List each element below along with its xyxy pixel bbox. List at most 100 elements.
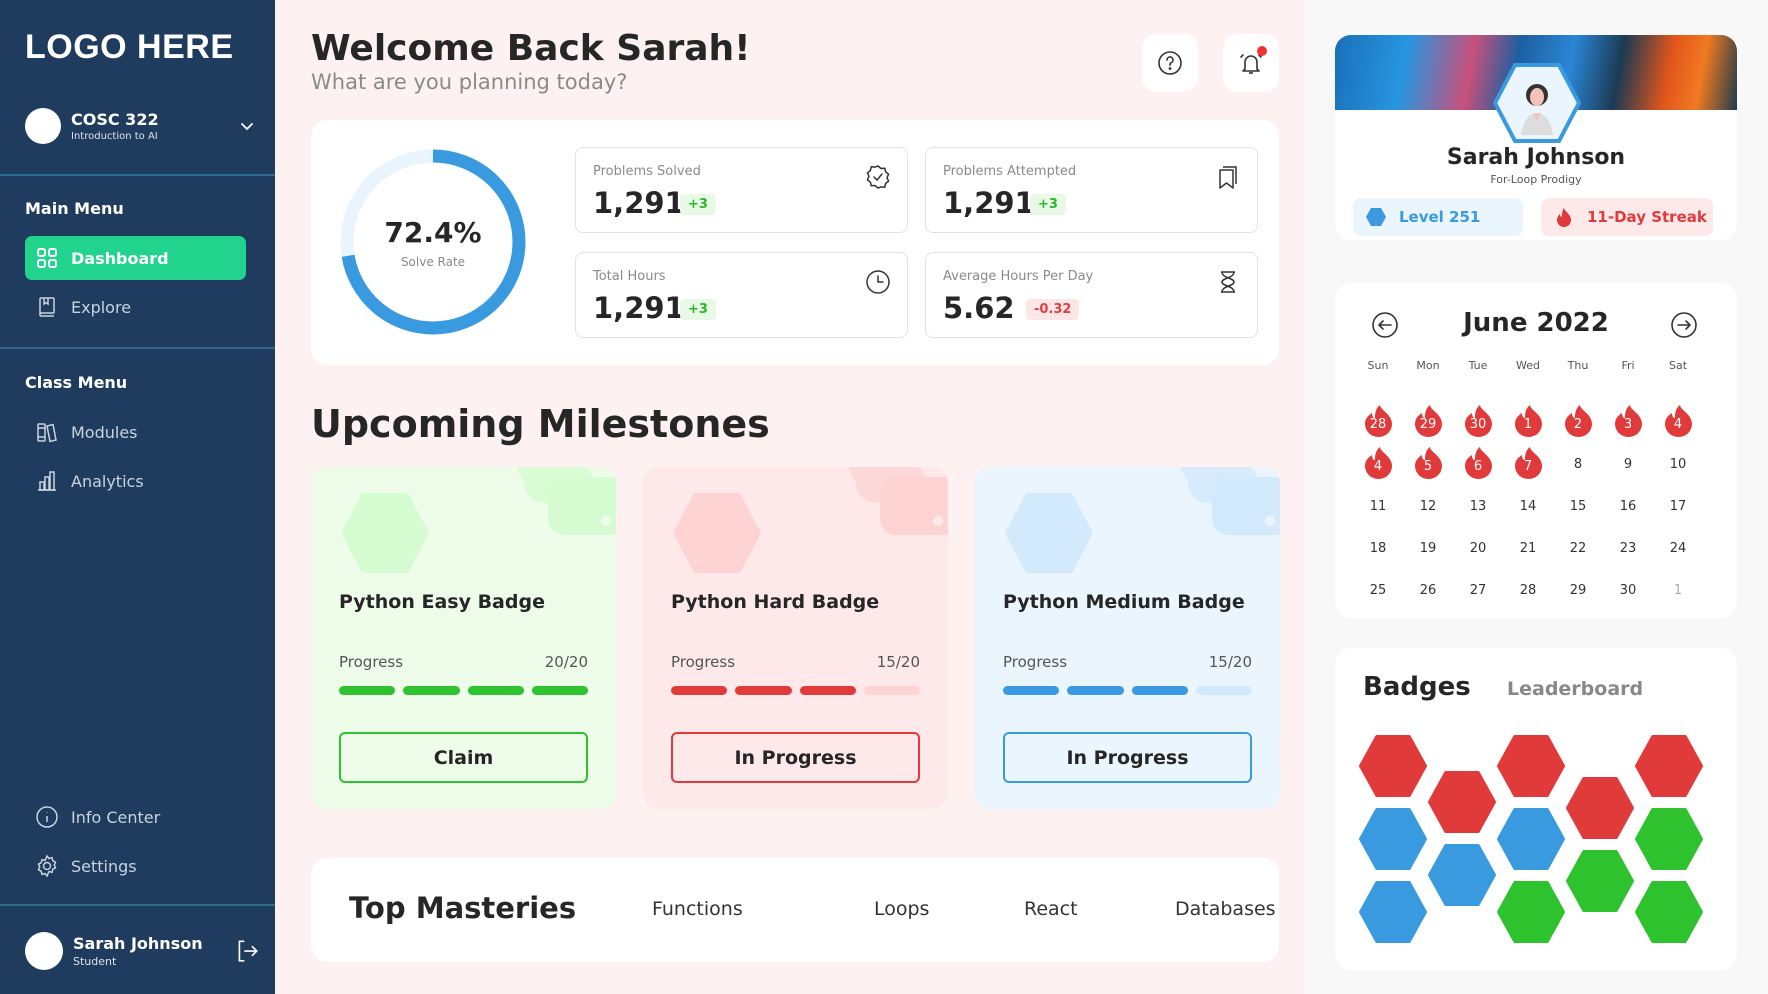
calendar-day[interactable]: 24 bbox=[1653, 527, 1703, 569]
day-number: 29 bbox=[1569, 582, 1587, 598]
main-menu-title: Main Menu bbox=[25, 199, 124, 218]
help-button[interactable] bbox=[1142, 34, 1198, 92]
badge-hexagon-red[interactable] bbox=[1635, 735, 1703, 797]
progress-segment bbox=[403, 686, 460, 695]
right-panel: Sarah Johnson For-Loop Prodigy Level 251… bbox=[1305, 0, 1768, 994]
calendar-day[interactable]: 12 bbox=[1403, 485, 1453, 527]
badge-hexagon-blue[interactable] bbox=[1428, 844, 1496, 906]
level-text: Level 251 bbox=[1399, 208, 1481, 226]
chevron-down-icon[interactable] bbox=[239, 118, 255, 134]
user-name: Sarah Johnson bbox=[73, 934, 203, 953]
arrow-right-icon[interactable] bbox=[1670, 311, 1698, 339]
calendar-day[interactable]: 19 bbox=[1403, 527, 1453, 569]
hourglass-icon bbox=[1221, 271, 1235, 293]
progress-segment bbox=[467, 686, 524, 695]
day-number: 16 bbox=[1619, 498, 1637, 514]
calendar-day-streak[interactable]: 5 bbox=[1403, 443, 1453, 485]
course-selector[interactable]: COSC 322 Introduction to AI bbox=[25, 108, 255, 144]
calendar-day[interactable]: 26 bbox=[1403, 569, 1453, 611]
calendar-day[interactable]: 11 bbox=[1353, 485, 1403, 527]
calendar-day[interactable]: 17 bbox=[1653, 485, 1703, 527]
mastery-item[interactable]: Loops bbox=[874, 898, 929, 920]
calendar-day-streak[interactable]: 4 bbox=[1653, 401, 1703, 443]
badge-hexagon-green[interactable] bbox=[1635, 808, 1703, 870]
day-number: 28 bbox=[1519, 582, 1537, 598]
calendar-day[interactable]: 21 bbox=[1503, 527, 1553, 569]
calendar-day-streak[interactable]: 4 bbox=[1353, 443, 1403, 485]
sidebar-item-settings[interactable]: Settings bbox=[25, 844, 246, 888]
mastery-item[interactable]: React bbox=[1024, 898, 1078, 920]
badge-hexagon-green[interactable] bbox=[1497, 881, 1565, 943]
top-masteries-card: Top Masteries Functions Loops React Data… bbox=[311, 858, 1279, 962]
streak-badge: 11-Day Streak bbox=[1541, 198, 1713, 236]
day-number: 19 bbox=[1419, 540, 1437, 556]
calendar-day[interactable]: 28 bbox=[1503, 569, 1553, 611]
progress-value: 15/20 bbox=[1208, 653, 1252, 671]
course-code: COSC 322 bbox=[71, 110, 159, 129]
day-number: 3 bbox=[1623, 416, 1633, 432]
milestone-action-button[interactable]: Claim bbox=[339, 732, 588, 783]
day-number: 4 bbox=[1673, 416, 1683, 432]
badge-hexagon-red[interactable] bbox=[1428, 771, 1496, 833]
python-logo-icon bbox=[848, 467, 948, 535]
sidebar-item-dashboard[interactable]: Dashboard bbox=[25, 236, 246, 280]
day-number: 22 bbox=[1569, 540, 1587, 556]
sidebar-item-analytics[interactable]: Analytics bbox=[25, 459, 246, 503]
sidebar-item-modules[interactable]: Modules bbox=[25, 410, 246, 454]
day-number: 18 bbox=[1369, 540, 1387, 556]
milestone-action-button[interactable]: In Progress bbox=[1003, 732, 1252, 783]
badge-hexagon-blue[interactable] bbox=[1497, 808, 1565, 870]
sidebar-item-info-center[interactable]: Info Center bbox=[25, 795, 246, 839]
badge-hexagon-red[interactable] bbox=[1359, 735, 1427, 797]
calendar-day[interactable]: 15 bbox=[1553, 485, 1603, 527]
calendar-day-streak[interactable]: 1 bbox=[1503, 401, 1553, 443]
calendar-day[interactable]: 9 bbox=[1603, 443, 1653, 485]
mastery-item[interactable]: Functions bbox=[652, 898, 743, 920]
calendar-day-streak[interactable]: 28 bbox=[1353, 401, 1403, 443]
level-badge: Level 251 bbox=[1353, 198, 1523, 236]
calendar-day[interactable]: 14 bbox=[1503, 485, 1553, 527]
calendar-day[interactable]: 25 bbox=[1353, 569, 1403, 611]
calendar-day[interactable]: 1 bbox=[1653, 569, 1703, 611]
calendar-day[interactable]: 27 bbox=[1453, 569, 1503, 611]
calendar-day[interactable]: 18 bbox=[1353, 527, 1403, 569]
calendar-day[interactable]: 29 bbox=[1553, 569, 1603, 611]
badge-hexagon-blue[interactable] bbox=[1359, 808, 1427, 870]
calendar-day[interactable]: 16 bbox=[1603, 485, 1653, 527]
badge-hexagon-green[interactable] bbox=[1566, 850, 1634, 912]
calendar-day-streak[interactable]: 30 bbox=[1453, 401, 1503, 443]
progress-label: Progress bbox=[671, 653, 736, 671]
clock-icon bbox=[866, 270, 890, 294]
calendar-day-streak[interactable]: 3 bbox=[1603, 401, 1653, 443]
calendar-day[interactable]: 8 bbox=[1553, 443, 1603, 485]
profile-avatar[interactable] bbox=[1493, 63, 1581, 143]
progress-segment bbox=[339, 686, 396, 695]
calendar-day-streak[interactable]: 6 bbox=[1453, 443, 1503, 485]
stat-average-hours: Average Hours Per Day 5.62 -0.32 bbox=[925, 252, 1258, 338]
python-logo-icon bbox=[1180, 467, 1280, 535]
notifications-button[interactable] bbox=[1223, 34, 1279, 92]
calendar-day[interactable]: 20 bbox=[1453, 527, 1503, 569]
progress-segment bbox=[1003, 686, 1060, 695]
solve-rate-label: Solve Rate bbox=[400, 254, 466, 269]
badge-hexagon-green[interactable] bbox=[1635, 881, 1703, 943]
milestone-action-button[interactable]: In Progress bbox=[671, 732, 920, 783]
calendar-day[interactable]: 13 bbox=[1453, 485, 1503, 527]
day-number: 27 bbox=[1469, 582, 1487, 598]
calendar-day[interactable]: 23 bbox=[1603, 527, 1653, 569]
logout-icon[interactable] bbox=[234, 938, 260, 964]
calendar-day[interactable]: 22 bbox=[1553, 527, 1603, 569]
mastery-item[interactable]: Databases bbox=[1175, 898, 1276, 920]
calendar-day-streak[interactable]: 2 bbox=[1553, 401, 1603, 443]
sidebar-item-explore[interactable]: Explore bbox=[25, 285, 246, 329]
badge-hexagon-red[interactable] bbox=[1566, 777, 1634, 839]
calendar-day-streak[interactable]: 7 bbox=[1503, 443, 1553, 485]
calendar-grid: Sun Mon Tue Wed Thu Fri Sat 28 29 30 1 2 3 4 4 5 6 7 8 9 10 1… bbox=[1353, 359, 1703, 611]
calendar-day-streak[interactable]: 29 bbox=[1403, 401, 1453, 443]
stat-problems-attempted: Problems Attempted 1,291 +3 bbox=[925, 147, 1258, 233]
badge-hexagon-red[interactable] bbox=[1497, 735, 1565, 797]
calendar-day[interactable]: 30 bbox=[1603, 569, 1653, 611]
progress-segment bbox=[671, 686, 728, 695]
calendar-day[interactable]: 10 bbox=[1653, 443, 1703, 485]
badge-hexagon-blue[interactable] bbox=[1359, 881, 1427, 943]
